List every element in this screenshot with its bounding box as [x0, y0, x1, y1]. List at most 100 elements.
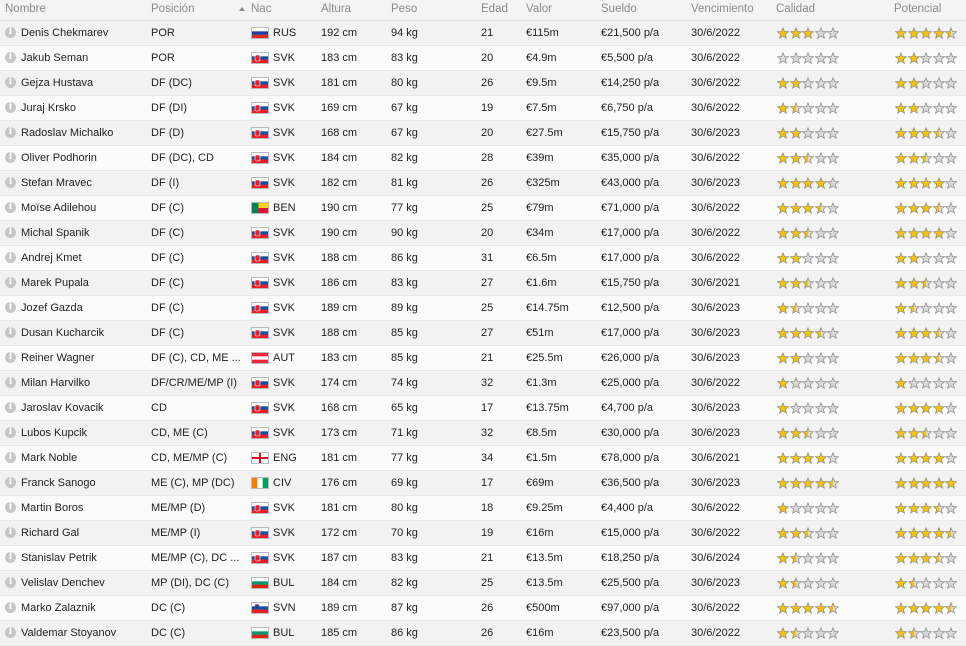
info-icon[interactable]: i	[5, 27, 16, 38]
column-header-potential[interactable]: Potencial	[894, 3, 941, 15]
table-row[interactable]: i Stanislav Petrik ME/MP (C), DC ... SVK 187…	[0, 546, 966, 571]
player-nationality: SVK	[273, 102, 296, 114]
table-row[interactable]: i Reiner Wagner DF (C), CD, ME ... AUT 183 c…	[0, 346, 966, 371]
table-row[interactable]: i Valdemar Stoyanov DC (C) BUL 185 cm 86 kg 26…	[0, 621, 966, 646]
info-icon[interactable]: i	[5, 477, 16, 488]
player-name[interactable]: Michal Spanik	[21, 227, 89, 239]
table-row[interactable]: i Jakub Seman POR SVK 183 cm 83 kg 20 €4.9m €5,5…	[0, 46, 966, 71]
player-name[interactable]: Juraj Krsko	[21, 102, 76, 114]
info-icon[interactable]: i	[5, 552, 16, 563]
player-name[interactable]: Andrej Kmet	[21, 252, 82, 264]
info-icon[interactable]: i	[5, 502, 16, 513]
info-icon[interactable]: i	[5, 302, 16, 313]
player-name[interactable]: Denis Chekmarev	[21, 27, 108, 39]
player-name[interactable]: Marko Zalaznik	[21, 602, 96, 614]
info-icon[interactable]: i	[5, 402, 16, 413]
info-icon[interactable]: i	[5, 452, 16, 463]
star-icon	[814, 127, 827, 139]
info-icon[interactable]: i	[5, 352, 16, 363]
table-row[interactable]: i Denis Chekmarev POR RUS 192 cm 94 kg 21 €115m…	[0, 21, 966, 46]
player-name[interactable]: Richard Gal	[21, 527, 79, 539]
player-name[interactable]: Stanislav Petrik	[21, 552, 97, 564]
player-name[interactable]: Lubos Kupcik	[21, 427, 87, 439]
info-icon[interactable]: i	[5, 627, 16, 638]
table-row[interactable]: i Mark Noble CD, ME/MP (C) ENG 181 cm 77 kg 34…	[0, 446, 966, 471]
player-name[interactable]: Valdemar Stoyanov	[21, 627, 116, 639]
player-name[interactable]: Reiner Wagner	[21, 352, 95, 364]
info-icon[interactable]: i	[5, 52, 16, 63]
info-icon[interactable]: i	[5, 102, 16, 113]
player-name[interactable]: Franck Sanogo	[21, 477, 96, 489]
table-row[interactable]: i Richard Gal ME/MP (I) SVK 172 cm 70 kg 19 €16…	[0, 521, 966, 546]
table-row[interactable]: i Oliver Podhorin DF (DC), CD SVK 184 cm 82 k…	[0, 146, 966, 171]
column-header-nat[interactable]: Nac	[251, 3, 271, 15]
table-row[interactable]: i Milan Harvilko DF/CR/ME/MP (I) SVK 174 cm 7…	[0, 371, 966, 396]
player-age: 32	[481, 427, 494, 439]
table-row[interactable]: i Velislav Denchev MP (DI), DC (C) BUL 184 c…	[0, 571, 966, 596]
player-name[interactable]: Jozef Gazda	[21, 302, 83, 314]
info-icon[interactable]: i	[5, 152, 16, 163]
table-row[interactable]: i Jozef Gazda DF (C) SVK 189 cm 89 kg 25 €14.75…	[0, 296, 966, 321]
column-header-wage[interactable]: Sueldo	[601, 3, 637, 15]
player-value: €25.5m	[526, 352, 563, 364]
table-row[interactable]: i Jaroslav Kovacik CD SVK 168 cm 65 kg 17 €13.7…	[0, 396, 966, 421]
player-name[interactable]: Milan Harvilko	[21, 377, 90, 389]
table-row[interactable]: i Dusan Kucharcik DF (C) SVK 188 cm 85 kg 27 €5…	[0, 321, 966, 346]
table-row[interactable]: i Martin Boros ME/MP (D) SVK 181 cm 80 kg 18 €9…	[0, 496, 966, 521]
star-icon	[802, 152, 814, 164]
star-icon	[814, 377, 827, 389]
info-icon[interactable]: i	[5, 577, 16, 588]
star-icon	[827, 502, 839, 514]
star-icon	[827, 327, 839, 339]
column-header-name[interactable]: Nombre	[5, 3, 46, 15]
table-row[interactable]: i Moïse Adilehou DF (C) BEN 190 cm 77 kg 25 €79…	[0, 196, 966, 221]
info-icon[interactable]: i	[5, 327, 16, 338]
player-height: 189 cm	[321, 602, 358, 614]
info-icon[interactable]: i	[5, 127, 16, 138]
player-name[interactable]: Martin Boros	[21, 502, 83, 514]
table-row[interactable]: i Franck Sanogo ME (C), MP (DC) CIV 176 cm 69…	[0, 471, 966, 496]
player-name[interactable]: Moïse Adilehou	[21, 202, 96, 214]
player-name[interactable]: Marek Pupala	[21, 277, 89, 289]
column-header-quality[interactable]: Calidad	[776, 3, 815, 15]
info-icon[interactable]: i	[5, 202, 16, 213]
table-row[interactable]: i Stefan Mravec DF (I) SVK 182 cm 81 kg 26 €325…	[0, 171, 966, 196]
info-icon[interactable]: i	[5, 602, 16, 613]
column-header-age[interactable]: Edad	[481, 3, 508, 15]
info-icon[interactable]: i	[5, 77, 16, 88]
info-icon[interactable]: i	[5, 527, 16, 538]
info-icon[interactable]: i	[5, 377, 16, 388]
info-icon[interactable]: i	[5, 252, 16, 263]
table-row[interactable]: i Michal Spanik DF (C) SVK 190 cm 90 kg 20 €34m…	[0, 221, 966, 246]
player-name[interactable]: Jakub Seman	[21, 52, 88, 64]
player-name[interactable]: Jaroslav Kovacik	[21, 402, 104, 414]
player-contract-expiry: 30/6/2022	[691, 27, 740, 39]
info-icon[interactable]: i	[5, 277, 16, 288]
info-icon[interactable]: i	[5, 227, 16, 238]
table-row[interactable]: i Juraj Krsko DF (DI) SVK 169 cm 67 kg 19 €7.5m…	[0, 96, 966, 121]
player-name[interactable]: Dusan Kucharcik	[21, 327, 104, 339]
info-icon[interactable]: i	[5, 177, 16, 188]
player-height: 181 cm	[321, 502, 358, 514]
player-name[interactable]: Radoslav Michalko	[21, 127, 113, 139]
potential-rating	[895, 302, 959, 314]
column-header-position[interactable]: Posición	[151, 3, 194, 15]
table-row[interactable]: i Gejza Hustava DF (DC) SVK 181 cm 80 kg 26 €9.…	[0, 71, 966, 96]
info-icon[interactable]: i	[5, 427, 16, 438]
player-name[interactable]: Gejza Hustava	[21, 77, 93, 89]
player-value: €13.5m	[526, 552, 563, 564]
table-row[interactable]: i Lubos Kupcik CD, ME (C) SVK 173 cm 71 kg 32 €…	[0, 421, 966, 446]
column-header-height[interactable]: Altura	[321, 3, 351, 15]
table-row[interactable]: i Andrej Kmet DF (C) SVK 188 cm 86 kg 31 €6.5m €…	[0, 246, 966, 271]
column-header-weight[interactable]: Peso	[391, 3, 417, 15]
table-row[interactable]: i Radoslav Michalko DF (D) SVK 168 cm 67 kg 20…	[0, 121, 966, 146]
player-name[interactable]: Mark Noble	[21, 452, 77, 464]
table-row[interactable]: i Marko Zalaznik DC (C) SVN 189 cm 87 kg 26 €50…	[0, 596, 966, 621]
player-name[interactable]: Oliver Podhorin	[21, 152, 97, 164]
column-header-expiry[interactable]: Vencimiento	[691, 3, 754, 15]
player-name[interactable]: Velislav Denchev	[21, 577, 105, 589]
player-name[interactable]: Stefan Mravec	[21, 177, 92, 189]
table-row[interactable]: i Marek Pupala DF (C) SVK 186 cm 83 kg 27 €1.6m…	[0, 271, 966, 296]
column-header-value[interactable]: Valor	[526, 3, 552, 15]
star-icon	[895, 277, 907, 289]
